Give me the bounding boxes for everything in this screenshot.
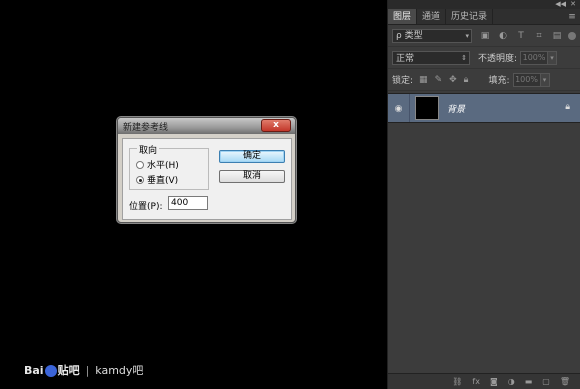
dialog-title-bar[interactable]: 新建参考线 x (118, 118, 295, 134)
orientation-group: 取向 水平(H) 垂直(V) (129, 143, 209, 190)
panel-tabs: 图层 通道 历史记录 ≡ (388, 9, 580, 25)
position-label: 位置(P): (129, 202, 163, 212)
horizontal-radio[interactable]: 水平(H) (136, 158, 179, 171)
layer-filter-select[interactable]: ρ 类型 ▾ (392, 28, 472, 43)
brand-logo: Bai 贴吧 (24, 362, 80, 378)
lock-row: 锁定: ▦ ✎ ✥ 🔒︎ 填充: 100% ▾ (388, 69, 580, 91)
layer-name[interactable]: 背景 (447, 102, 465, 115)
eye-icon[interactable]: ◉ (388, 94, 410, 122)
opacity-label: 不透明度: (478, 54, 518, 64)
tab-layers[interactable]: 图层 (388, 9, 418, 24)
link-icon[interactable]: ⛓ (452, 377, 462, 386)
lock-icon: 🔒︎ (565, 102, 570, 112)
panel-title-bar: ◀◀ ✕ (388, 0, 580, 9)
adjustment-icon[interactable]: ◑ (508, 377, 515, 386)
dialog-title: 新建参考线 (123, 123, 169, 133)
fill-field[interactable]: 100% (512, 72, 541, 87)
collapse-panel-icon[interactable]: ◀◀ (555, 0, 566, 9)
group-icon[interactable]: ▬ (525, 377, 533, 386)
blend-row: 正常 ⇕ 不透明度: 100% ▾ (388, 47, 580, 69)
lock-position-icon[interactable]: ✥ (449, 75, 457, 85)
radio-selected-icon (136, 175, 144, 184)
watermark: Bai 贴吧 | kamdy吧 (24, 362, 143, 378)
lock-label: 锁定: (392, 76, 414, 86)
radio-unselected-icon (136, 160, 144, 169)
watermark-separator: | (85, 363, 90, 377)
shape-filter-icon[interactable]: ⌗ (534, 31, 544, 41)
filter-kind-label: ρ 类型 (396, 30, 423, 41)
chevron-down-icon: ▾ (465, 31, 469, 40)
fill-label: 填充: (488, 76, 510, 86)
mask-icon[interactable]: ◙ (490, 377, 498, 386)
tab-channels[interactable]: 通道 (417, 9, 447, 24)
lock-all-icon[interactable]: 🔒︎ (464, 75, 469, 85)
blend-mode-select[interactable]: 正常 ⇕ (392, 50, 470, 65)
pixel-filter-icon[interactable]: ▣ (480, 31, 490, 41)
panel-bottom-toolbar: ⛓ fx ◙ ◑ ▬ ▢ 🗑︎ (388, 373, 580, 389)
cancel-button[interactable]: 取消 (219, 170, 285, 183)
new-layer-icon[interactable]: ▢ (542, 377, 550, 386)
close-panel-icon[interactable]: ✕ (570, 0, 576, 9)
paw-icon (44, 365, 57, 377)
layers-panel: ◀◀ ✕ 图层 通道 历史记录 ≡ ρ 类型 ▾ ▣ ◐ T ⌗ ▤ 正常 ⇕ … (387, 0, 580, 389)
chevron-down-icon: ⇕ (461, 53, 467, 62)
layer-thumbnail[interactable] (415, 96, 439, 120)
brand-left: Bai (24, 364, 44, 377)
dialog-body: 取向 水平(H) 垂直(V) 确定 取消 位置(P): 400 (122, 138, 292, 220)
watermark-user: kamdy吧 (95, 364, 144, 377)
smart-object-filter-icon[interactable]: ▤ (552, 31, 562, 41)
adjustment-filter-icon[interactable]: ◐ (498, 31, 508, 41)
filter-toggle-icon[interactable] (568, 31, 576, 40)
filter-icons: ▣ ◐ T ⌗ ▤ (480, 31, 562, 41)
fill-dropdown-icon[interactable]: ▾ (540, 72, 550, 87)
vertical-radio[interactable]: 垂直(V) (136, 173, 178, 186)
layer-row-background[interactable]: ◉ 背景 🔒︎ (388, 93, 580, 123)
brand-right: 贴吧 (57, 364, 80, 377)
orientation-label: 取向 (137, 143, 160, 156)
opacity-dropdown-icon[interactable]: ▾ (548, 50, 558, 65)
lock-icons: ▦ ✎ ✥ 🔒︎ (419, 75, 468, 85)
tab-history[interactable]: 历史记录 (446, 9, 494, 24)
horizontal-label: 水平(H) (147, 161, 179, 171)
ok-button[interactable]: 确定 (219, 150, 285, 163)
opacity-field[interactable]: 100% (520, 50, 549, 65)
new-guide-dialog: 新建参考线 x 取向 水平(H) 垂直(V) 确定 取消 位置(P): 400 (117, 117, 296, 223)
filter-row: ρ 类型 ▾ ▣ ◐ T ⌗ ▤ (388, 25, 580, 47)
fx-icon[interactable]: fx (472, 377, 480, 386)
panel-menu-icon[interactable]: ≡ (564, 9, 580, 24)
lock-transparent-icon[interactable]: ▦ (419, 75, 428, 85)
delete-icon[interactable]: 🗑︎ (560, 377, 570, 386)
vertical-label: 垂直(V) (147, 176, 179, 186)
close-button[interactable]: x (261, 119, 291, 132)
blend-mode-value: 正常 (396, 54, 415, 64)
lock-image-icon[interactable]: ✎ (435, 75, 443, 85)
position-input[interactable]: 400 (168, 196, 208, 210)
type-filter-icon[interactable]: T (516, 31, 526, 41)
